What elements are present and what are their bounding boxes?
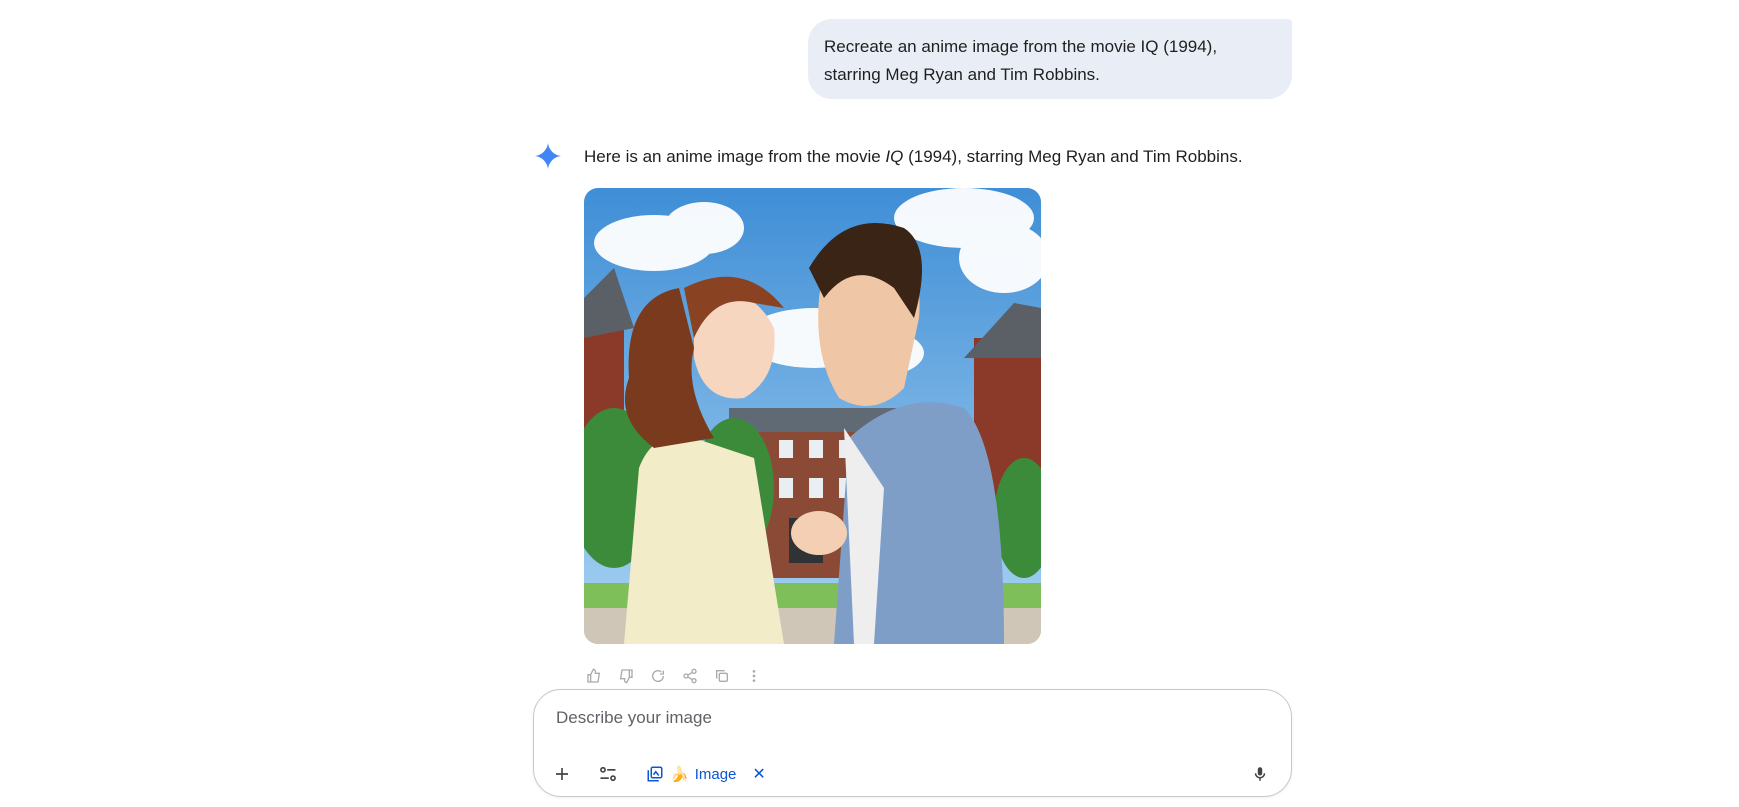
image-tool-chip[interactable]: 🍌 Image ✕ — [646, 760, 766, 788]
copy-icon[interactable] — [712, 666, 732, 686]
microphone-button[interactable] — [1244, 758, 1276, 790]
prompt-composer: 🍌 Image ✕ — [533, 689, 1292, 797]
reply-suffix: (1994), starring Meg Ryan and Tim Robbin… — [903, 147, 1243, 166]
reply-title-italic: IQ — [885, 147, 904, 166]
image-chip-label: Image — [694, 765, 737, 783]
more-options-icon[interactable] — [744, 666, 764, 686]
chip-close-icon[interactable]: ✕ — [752, 764, 765, 784]
regenerate-icon[interactable] — [648, 666, 668, 686]
thumb-up-icon[interactable] — [584, 666, 604, 686]
tools-icon — [600, 766, 616, 782]
generated-image[interactable] — [584, 188, 1041, 644]
prompt-input[interactable] — [554, 702, 1258, 734]
response-actions — [584, 666, 764, 686]
banana-emoji: 🍌 — [670, 766, 689, 783]
reply-prefix: Here is an anime image from the movie — [584, 147, 886, 166]
plus-icon — [556, 768, 568, 780]
model-reply-text: Here is an anime image from the movie IQ… — [584, 144, 1243, 170]
user-message-bubble: Recreate an anime image from the movie I… — [808, 19, 1292, 99]
add-button[interactable] — [546, 758, 578, 790]
user-message-text: Recreate an anime image from the movie I… — [824, 37, 1218, 84]
microphone-icon — [1254, 767, 1266, 781]
gemini-spark-icon — [535, 143, 561, 169]
image-stack-icon — [647, 766, 663, 782]
tools-button[interactable] — [592, 758, 624, 790]
share-icon[interactable] — [680, 666, 700, 686]
thumb-down-icon[interactable] — [616, 666, 636, 686]
